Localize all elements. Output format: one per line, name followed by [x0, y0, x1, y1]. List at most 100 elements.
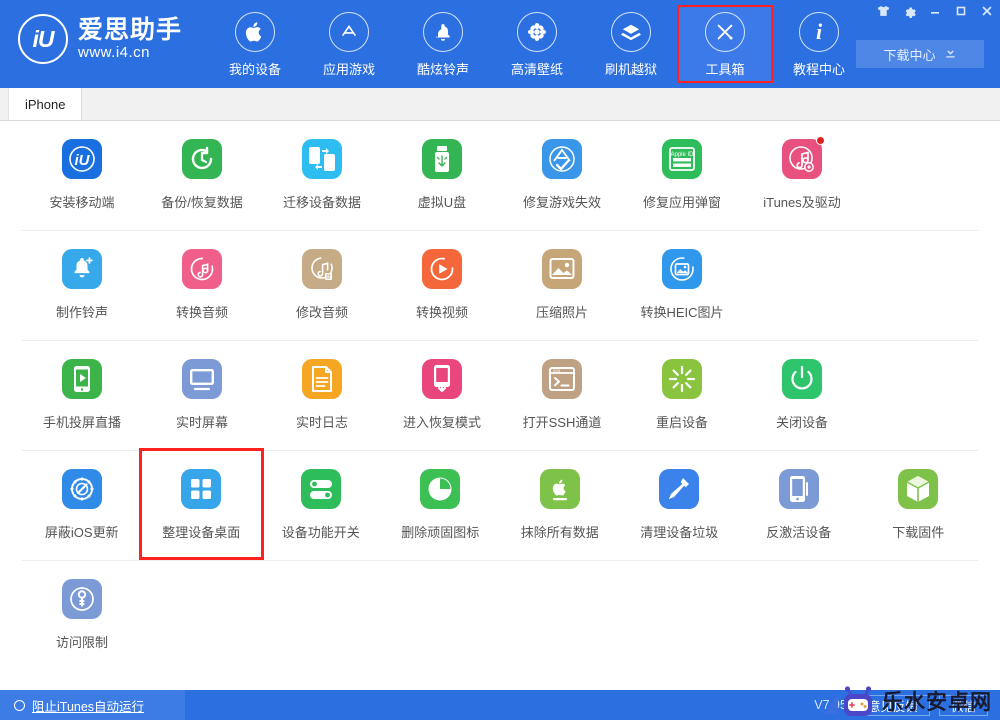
tool-itunes-driver[interactable]: iTunes及驱动	[742, 121, 862, 225]
tool-shutdown-device[interactable]: 关闭设备	[742, 341, 862, 445]
tool-label: 重启设备	[655, 415, 708, 430]
shutdown-device-icon	[782, 359, 822, 399]
tool-install-mobile-client[interactable]: iU 安装移动端	[22, 121, 142, 225]
live-log-icon	[302, 359, 342, 399]
fix-game-icon	[542, 139, 582, 179]
wechat-button[interactable]: 微信	[938, 694, 988, 716]
tool-backup-restore[interactable]: 备份/恢复数据	[142, 121, 262, 225]
nav-item-flash-jailbreak[interactable]: 刷机越狱	[584, 6, 678, 82]
wechat-label: 微信	[950, 699, 976, 714]
nav-item-ringtones[interactable]: 酷炫铃声	[396, 6, 490, 82]
tool-label: 迁移设备数据	[282, 195, 361, 210]
tool-make-ringtone[interactable]: 制作铃声	[22, 231, 142, 335]
box-icon	[611, 12, 652, 52]
tool-erase-all-data[interactable]: 抹除所有数据	[500, 451, 620, 555]
itunes-driver-icon	[782, 136, 825, 179]
tool-convert-video[interactable]: 转换视频	[382, 231, 502, 335]
tool-label: 进入恢复模式	[402, 415, 481, 430]
tool-label: 清理设备垃圾	[640, 525, 719, 540]
appstore-icon	[329, 12, 370, 52]
apple-icon	[235, 12, 276, 52]
make-ringtone-icon	[62, 249, 102, 289]
convert-audio-icon	[182, 249, 222, 289]
tool-deactivate-device[interactable]: 反激活设备	[739, 451, 859, 555]
tool-label: 转换视频	[415, 305, 468, 320]
tool-row: 制作铃声 转换音频 音 修改音频 转换视频 压缩照片 转换HEIC图片	[22, 231, 978, 341]
device-tab-bar: iPhone	[0, 87, 1000, 121]
radio-circle-icon	[14, 699, 25, 711]
tool-feature-toggle[interactable]: 设备功能开关	[261, 451, 381, 555]
tool-convert-audio[interactable]: 转换音频	[142, 231, 262, 335]
nav-label: 高清壁纸	[511, 62, 564, 77]
tool-clean-junk[interactable]: 清理设备垃圾	[620, 451, 740, 555]
migrate-data-icon	[302, 139, 342, 179]
svg-text:音: 音	[326, 273, 332, 281]
tool-migrate-data[interactable]: 迁移设备数据	[262, 121, 382, 225]
delete-icon-icon	[420, 469, 461, 509]
erase-all-icon	[539, 469, 580, 509]
download-center-button[interactable]: 下载中心	[856, 40, 984, 68]
download-icon	[944, 46, 957, 62]
tool-label: 修改音频	[295, 305, 348, 320]
feedback-button[interactable]: 意见反馈	[855, 694, 930, 716]
nav-item-tutorials[interactable]: i 教程中心	[772, 6, 866, 82]
block-itunes-label: 阻止iTunes自动运行	[32, 699, 145, 714]
tool-label: 设备功能开关	[281, 525, 360, 540]
maximize-icon[interactable]	[948, 0, 974, 22]
tool-download-firmware[interactable]: 下载固件	[859, 451, 979, 555]
access-restriction-icon	[62, 579, 102, 619]
tool-label: 删除顽固图标	[401, 525, 480, 540]
tool-delete-stubborn-icon[interactable]: 删除顽固图标	[381, 451, 501, 555]
app-window: iU 爱思助手 www.i4.cn 我的设备 应用游戏 酷炫铃声 高清壁纸 刷机…	[0, 0, 1000, 720]
feedback-label: 意见反馈	[867, 699, 918, 714]
skin-icon[interactable]	[870, 0, 896, 22]
nav-item-toolbox[interactable]: 工具箱	[677, 5, 774, 83]
tab-iphone[interactable]: iPhone	[8, 87, 83, 120]
bell-icon	[423, 12, 464, 52]
download-firmware-icon	[898, 469, 939, 509]
block-itunes-toggle[interactable]: 阻止iTunes自动运行	[0, 690, 185, 720]
brand-logo-icon: iU	[18, 14, 68, 64]
tool-virtual-usb[interactable]: 虚拟U盘	[382, 121, 502, 225]
reboot-device-icon	[662, 359, 702, 399]
toolbox-grid: iU 安装移动端 备份/恢复数据 迁移设备数据 虚拟U盘 修复游戏失效 Appl…	[0, 121, 1000, 690]
tool-access-restriction[interactable]: 访问限制	[22, 561, 142, 665]
compress-photo-icon	[542, 249, 582, 289]
tool-label: 整理设备桌面	[162, 525, 241, 540]
feature-toggle-icon	[300, 469, 341, 509]
svg-text:Apple ID: Apple ID	[670, 152, 694, 158]
tool-recovery-mode[interactable]: 进入恢复模式	[382, 341, 502, 445]
svg-text:SSH: SSH	[553, 370, 561, 374]
tool-label: 下载固件	[892, 525, 945, 540]
tool-label: 转换音频	[175, 305, 228, 320]
brand-url: www.i4.cn	[78, 44, 151, 61]
nav-item-wallpapers[interactable]: 高清壁纸	[490, 6, 584, 82]
tool-live-log[interactable]: 实时日志	[262, 341, 382, 445]
minimize-icon[interactable]	[922, 0, 948, 22]
recovery-mode-icon	[422, 359, 462, 399]
tool-reboot-device[interactable]: 重启设备	[622, 341, 742, 445]
tool-label: 制作铃声	[55, 305, 108, 320]
tool-organize-desktop[interactable]: 整理设备桌面	[138, 448, 264, 560]
screen-cast-icon	[62, 359, 102, 399]
tool-heic-convert[interactable]: 转换HEIC图片	[622, 231, 742, 335]
tool-live-screen[interactable]: 实时屏幕	[142, 341, 262, 445]
nav-label: 酷炫铃声	[417, 62, 470, 77]
tool-fix-app-popup[interactable]: Apple ID 修复应用弹窗	[622, 121, 742, 225]
tool-edit-audio[interactable]: 音 修改音频	[262, 231, 382, 335]
tool-fix-game[interactable]: 修复游戏失效	[502, 121, 622, 225]
tool-screen-cast[interactable]: 手机投屏直播	[22, 341, 142, 445]
nav-item-my-device[interactable]: 我的设备	[208, 6, 302, 82]
nav-label: 教程中心	[793, 62, 846, 77]
tool-ssh-tunnel[interactable]: SSH 打开SSH通道	[502, 341, 622, 445]
tool-compress-photo[interactable]: 压缩照片	[502, 231, 622, 335]
tool-row: 屏蔽iOS更新 整理设备桌面 设备功能开关 删除顽固图标 抹除所有数据 清理设备…	[22, 448, 979, 561]
tool-block-ios-update[interactable]: 屏蔽iOS更新	[22, 451, 142, 555]
usb-drive-icon	[422, 139, 462, 179]
settings-icon[interactable]	[896, 0, 922, 22]
app-header: iU 爱思助手 www.i4.cn 我的设备 应用游戏 酷炫铃声 高清壁纸 刷机…	[0, 0, 1000, 88]
tool-label: 关闭设备	[775, 415, 828, 430]
close-icon[interactable]	[974, 0, 1000, 22]
version-label: V7.95	[814, 698, 847, 712]
nav-item-app-games[interactable]: 应用游戏	[302, 6, 396, 82]
